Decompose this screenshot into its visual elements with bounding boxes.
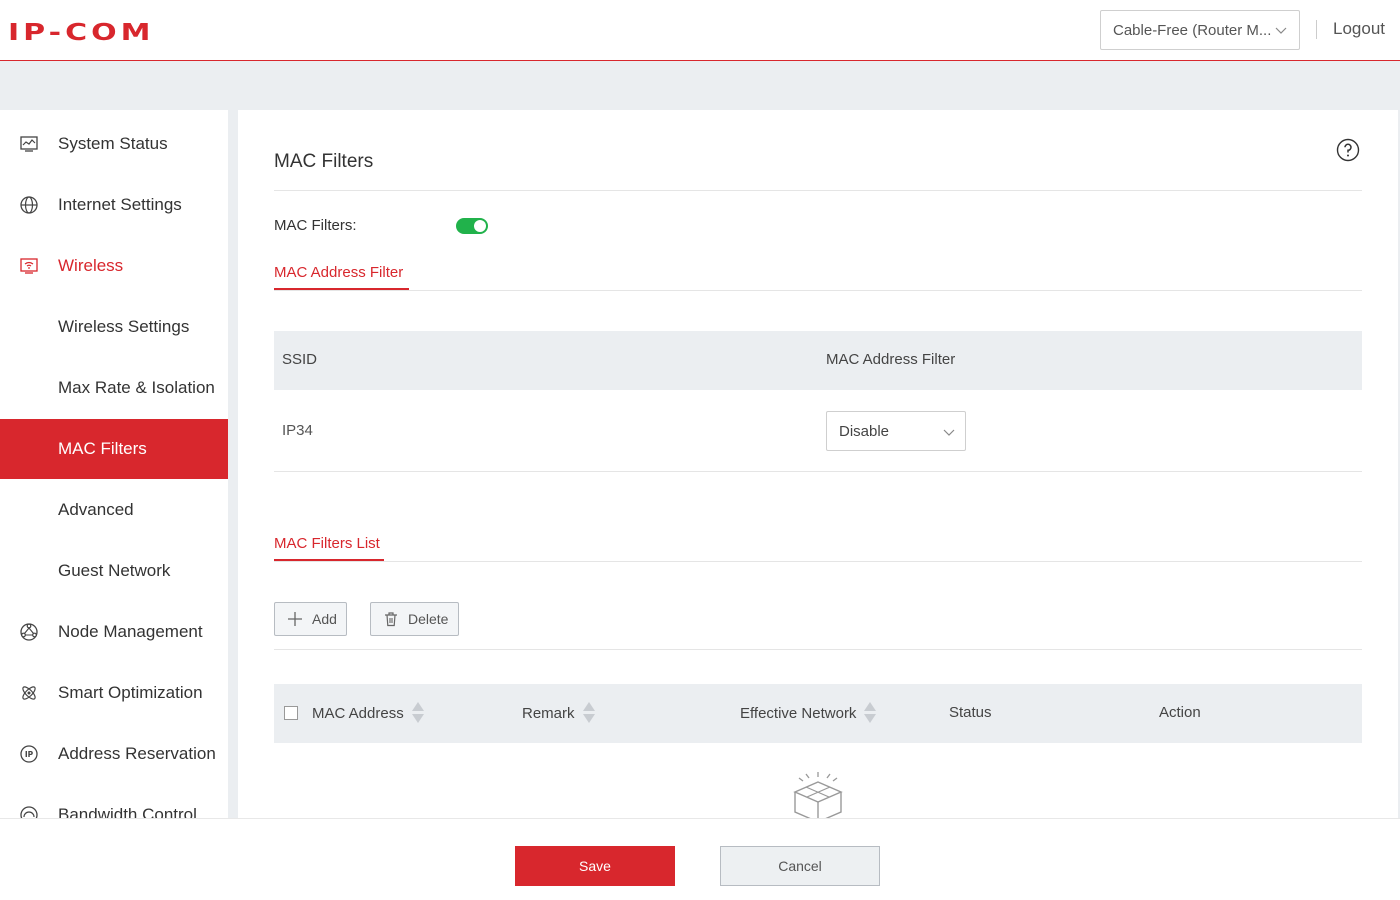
atom-icon [22,686,36,700]
mac-filter-mode-select[interactable]: Disable [826,411,966,451]
toggle-knob [474,220,486,232]
svg-text:IP: IP [25,750,34,759]
column-mac-address[interactable]: MAC Address [312,702,424,724]
sidebar-item-wireless[interactable]: Wireless [0,236,228,296]
toolbar-divider [274,649,1362,650]
logout-link[interactable]: Logout [1333,19,1385,39]
column-effective-network[interactable]: Effective Network [740,702,877,724]
sort-icon [582,702,595,724]
footer-bar: Save Cancel [0,818,1400,900]
plus-icon [288,612,302,626]
sidebar-item-max-rate-isolation[interactable]: Max Rate & Isolation [0,358,228,418]
tab-mac-address-filter[interactable]: MAC Address Filter [274,264,403,281]
empty-box-icon [793,772,843,818]
sidebar-item-guest-network[interactable]: Guest Network [0,541,228,601]
sidebar-gutter [228,110,238,818]
ip-circle-icon: IP [20,745,38,763]
title-divider [274,190,1362,191]
mac-filter-mode-value: Disable [839,422,890,440]
device-selector-value: Cable-Free (Router M... [1113,21,1272,39]
column-ssid: SSID [282,351,318,368]
section-divider [274,290,1362,291]
tab-mac-filters-list[interactable]: MAC Filters List [274,535,380,552]
header-separator [1316,20,1317,39]
help-icon[interactable] [1336,138,1360,162]
column-mac-address-filter: MAC Address Filter [826,351,956,368]
column-status: Status [949,704,992,721]
mac-filters-label: MAC Filters: [274,217,357,234]
sidebar-item-internet-settings[interactable]: Internet Settings [0,175,228,235]
mac-filters-toggle[interactable] [456,218,488,234]
sidebar-item-wireless-settings[interactable]: Wireless Settings [0,297,228,357]
device-selector[interactable]: Cable-Free (Router M... [1100,10,1300,50]
sidebar-item-advanced[interactable]: Advanced [0,480,228,540]
ssid-cell: IP34 [282,422,313,439]
top-header: IP-COM Cable-Free (Router M... Logout [0,0,1400,61]
sidebar-item-address-reservation[interactable]: IP Address Reservation [0,724,228,784]
sidebar-item-system-status[interactable]: System Status [0,114,228,174]
node-network-icon [20,623,38,641]
add-button[interactable]: Add [274,602,347,636]
ipcom-logo: IP-COM [8,18,155,47]
page-title: MAC Filters [274,151,374,172]
mac-list-table-header: MAC Address Remark Effective Network Sta… [274,684,1362,743]
sidebar-item-node-management[interactable]: Node Management [0,602,228,662]
column-action: Action [1159,704,1201,721]
sort-icon [864,702,877,724]
sidebar-item-bandwidth-control[interactable]: Bandwidth Control [0,785,228,818]
sidebar: System Status Internet Settings Wireless… [0,110,228,818]
main-content: MAC Filters MAC Filters: MAC Address Fil… [238,110,1398,818]
globe-icon [20,196,38,214]
ssid-row-divider [274,471,1362,472]
save-button[interactable]: Save [515,846,675,886]
header-band [0,61,1400,110]
select-all-checkbox[interactable] [284,706,298,720]
gauge-icon [20,806,38,818]
monitor-chart-icon [20,136,38,152]
cancel-button[interactable]: Cancel [720,846,880,886]
chevron-down-icon [1275,27,1287,34]
delete-button[interactable]: Delete [370,602,459,636]
chevron-down-icon [943,429,955,436]
ssid-table-header: SSID MAC Address Filter [274,331,1362,390]
sidebar-item-smart-optimization[interactable]: Smart Optimization [0,663,228,723]
sidebar-item-mac-filters[interactable]: MAC Filters [0,419,228,479]
wifi-screen-icon [20,258,38,274]
column-remark[interactable]: Remark [522,702,595,724]
trash-icon [385,612,397,627]
sort-icon [411,702,424,724]
section-divider [274,561,1362,562]
